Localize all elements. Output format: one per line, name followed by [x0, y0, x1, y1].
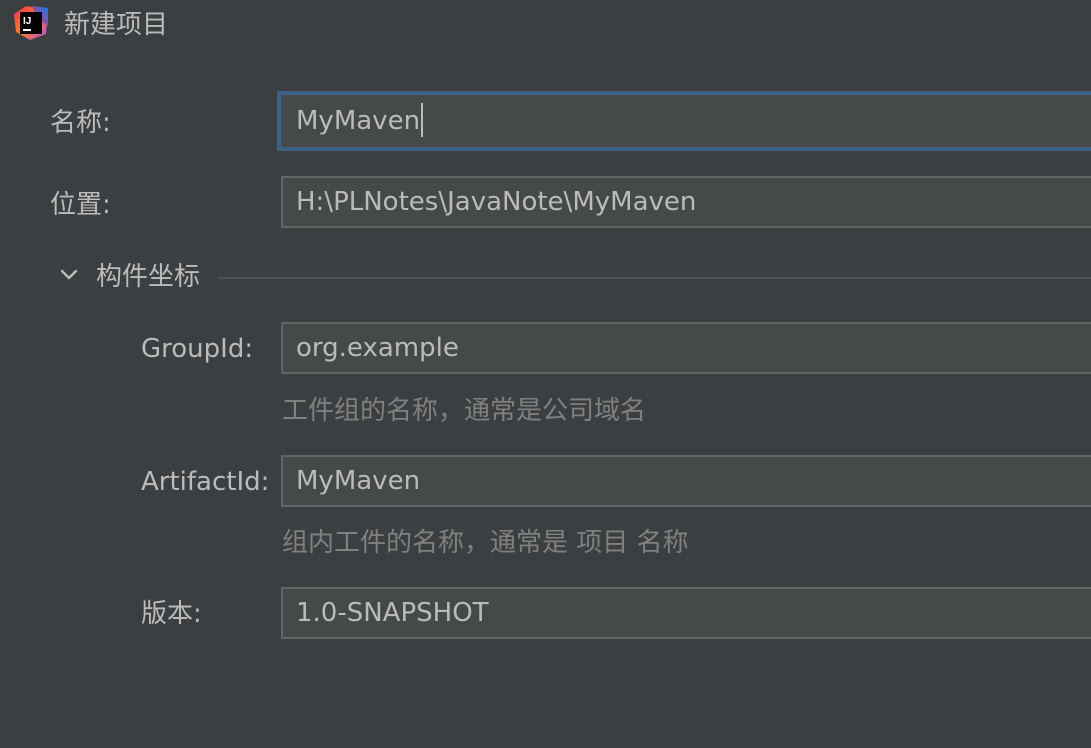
- location-input[interactable]: H:\PLNotes\JavaNote\MyMaven: [281, 176, 1091, 228]
- version-label: 版本:: [141, 599, 202, 629]
- artifact-coordinates-section-title[interactable]: 构件坐标: [96, 260, 200, 294]
- name-input[interactable]: MyMaven: [277, 91, 1091, 151]
- artifact-id-input[interactable]: MyMaven: [281, 455, 1091, 507]
- intellij-idea-icon: IJ: [14, 6, 48, 40]
- version-input-value: 1.0-SNAPSHOT: [296, 598, 489, 628]
- group-id-input-value: org.example: [296, 333, 459, 363]
- artifact-id-input-value: MyMaven: [296, 466, 421, 496]
- chevron-down-icon[interactable]: [56, 262, 82, 288]
- group-id-input[interactable]: org.example: [281, 322, 1091, 374]
- group-id-label: GroupId:: [141, 334, 254, 364]
- location-label: 位置:: [50, 190, 111, 220]
- artifact-id-label: ArtifactId:: [141, 467, 270, 497]
- artifact-id-hint: 组内工件的名称，通常是 项目 名称: [282, 528, 689, 558]
- title-bar: IJ 新建项目: [0, 0, 1091, 50]
- dialog-title: 新建项目: [64, 10, 169, 40]
- text-caret: [421, 102, 424, 137]
- name-input-value: MyMaven: [296, 106, 421, 136]
- svg-text:IJ: IJ: [23, 16, 31, 27]
- version-input[interactable]: 1.0-SNAPSHOT: [281, 587, 1091, 639]
- location-input-value: H:\PLNotes\JavaNote\MyMaven: [296, 187, 697, 217]
- section-divider: [218, 277, 1091, 279]
- new-project-dialog: IJ 新建项目 名称: MyMaven 位置: H:\PLNotes\JavaN…: [0, 0, 1091, 748]
- name-label: 名称:: [50, 108, 111, 138]
- group-id-hint: 工件组的名称，通常是公司域名: [282, 396, 647, 426]
